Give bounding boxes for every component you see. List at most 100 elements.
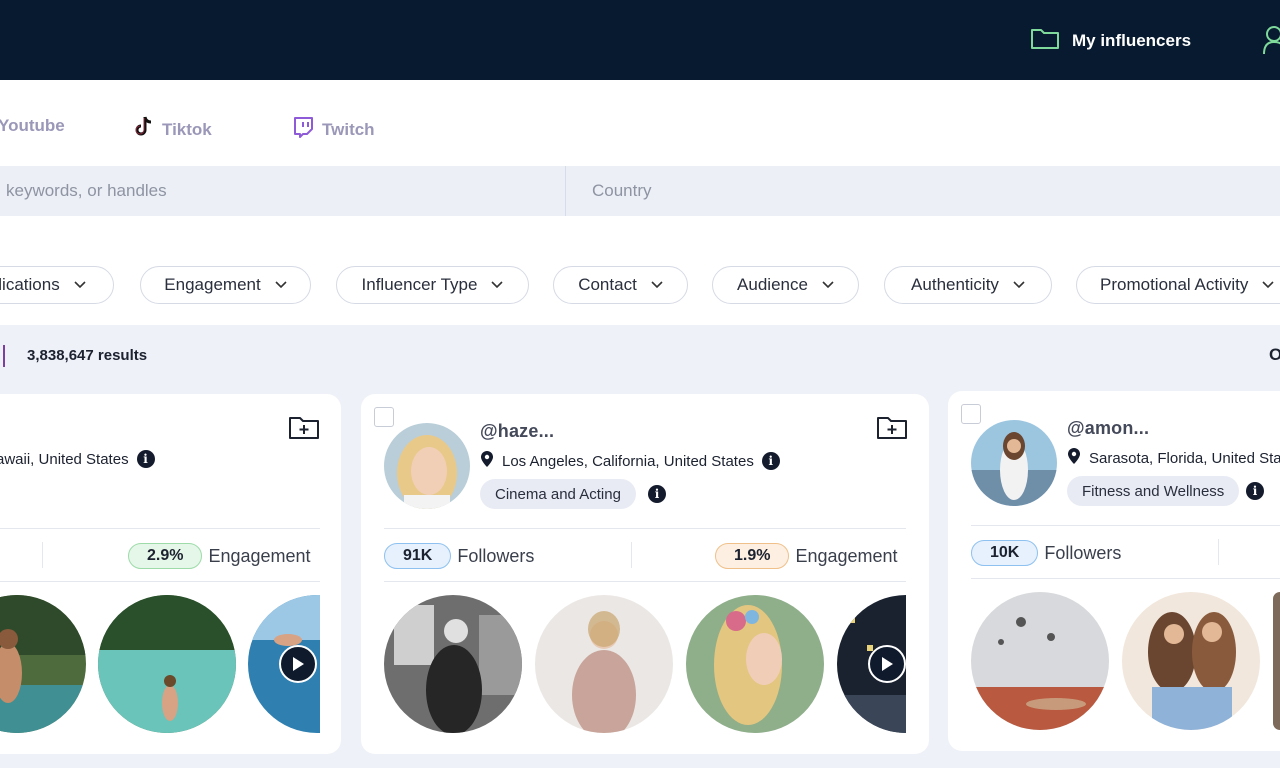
add-to-folder-icon[interactable]: [876, 414, 908, 445]
top-nav-bar: My influencers: [0, 0, 1280, 80]
category-info-icon[interactable]: i: [1246, 482, 1264, 500]
tab-tiktok[interactable]: Tiktok: [134, 116, 212, 143]
keywords-search-input[interactable]: [0, 166, 566, 216]
post-thumbnail[interactable]: [971, 592, 1109, 730]
post-thumbnail[interactable]: [686, 595, 824, 733]
post-thumbnail[interactable]: [1122, 592, 1260, 730]
followers-stat: 91K Followers: [384, 543, 534, 569]
influencer-handle[interactable]: @haze...: [480, 421, 554, 442]
play-icon: [882, 657, 893, 671]
play-icon: [293, 657, 304, 671]
followers-value: 10K: [971, 540, 1039, 566]
location-text: awaii, United States: [0, 450, 129, 468]
tab-twitch[interactable]: Twitch: [292, 116, 375, 143]
post-thumbnail[interactable]: [837, 595, 906, 733]
play-video-button[interactable]: [279, 645, 317, 683]
stat-divider: [631, 542, 632, 568]
filter-engagement[interactable]: Engagement: [140, 266, 311, 304]
location: Sarasota, Florida, United Sta: [1067, 447, 1280, 469]
tab-label: Tiktok: [162, 119, 212, 139]
filter-label: Audience: [737, 275, 808, 294]
filter-label: Contact: [578, 275, 637, 294]
filter-publications[interactable]: lications: [0, 266, 114, 304]
my-influencers-label: My influencers: [1072, 30, 1192, 50]
filter-label: Influencer Type: [361, 275, 478, 294]
influencer-card[interactable]: @amon... Sarasota, Florida, United Sta F…: [948, 391, 1280, 751]
category-badge[interactable]: Fitness and Wellness: [1067, 476, 1240, 506]
post-thumbnail[interactable]: [98, 595, 236, 733]
filter-audience[interactable]: Audience: [712, 266, 859, 304]
chevron-down-icon: [74, 281, 86, 289]
tab-label: Twitch: [322, 119, 375, 139]
filter-label: lications: [0, 275, 60, 294]
location-pin-icon: [480, 450, 494, 472]
influencer-card[interactable]: awaii, United States i 2.9% Engagement: [0, 394, 341, 754]
chevron-down-icon: [1262, 281, 1274, 289]
avatar[interactable]: [384, 423, 470, 509]
post-thumbnail[interactable]: [384, 595, 522, 733]
search-row: [0, 166, 1280, 216]
chevron-down-icon: [275, 281, 287, 289]
influencer-handle[interactable]: @amon...: [1067, 418, 1149, 439]
followers-value: 91K: [384, 543, 452, 569]
post-thumbnail[interactable]: [248, 595, 320, 733]
play-video-button[interactable]: [868, 645, 906, 683]
tab-label: Youtube: [0, 116, 65, 135]
category-info-icon[interactable]: i: [648, 485, 666, 503]
filter-label: Promotional Activity: [1100, 275, 1249, 294]
my-influencers-link[interactable]: My influencers: [1030, 26, 1191, 55]
filter-promotional-activity[interactable]: Promotional Activity: [1076, 266, 1280, 304]
stat-divider: [42, 542, 43, 568]
sort-label[interactable]: O: [1269, 345, 1280, 365]
divider: [384, 581, 906, 582]
folder-icon: [1030, 26, 1060, 55]
chevron-down-icon: [651, 281, 663, 289]
filter-label: Engagement: [164, 275, 261, 294]
engagement-label: Engagement: [795, 545, 898, 566]
chevron-down-icon: [822, 281, 834, 289]
select-checkbox[interactable]: [374, 407, 394, 427]
location-pin-icon: [1067, 447, 1081, 469]
filter-label: Authenticity: [911, 275, 999, 294]
chevron-down-icon: [491, 281, 504, 289]
divider: [0, 528, 320, 529]
location-text: Los Angeles, California, United States: [502, 452, 754, 470]
post-thumbnail[interactable]: [1273, 592, 1280, 730]
chevron-down-icon: [1013, 281, 1025, 289]
post-thumbnail[interactable]: [0, 595, 86, 733]
tab-youtube[interactable]: Youtube: [0, 116, 65, 136]
info-icon[interactable]: i: [761, 452, 780, 470]
filter-authenticity[interactable]: Authenticity: [884, 266, 1052, 304]
followers-label: Followers: [457, 545, 535, 566]
select-checkbox[interactable]: [961, 404, 981, 424]
divider: [0, 581, 320, 582]
filter-influencer-type[interactable]: Influencer Type: [336, 266, 529, 304]
filter-contact[interactable]: Contact: [553, 266, 688, 304]
add-to-folder-icon[interactable]: [288, 414, 320, 445]
location: Los Angeles, California, United States i: [480, 450, 780, 472]
category-badge[interactable]: Cinema and Acting: [480, 479, 636, 509]
results-divider: [3, 345, 5, 367]
followers-label: Followers: [1044, 542, 1122, 563]
followers-stat: 10K Followers: [971, 540, 1121, 566]
country-input[interactable]: [567, 166, 1280, 216]
location-text: Sarasota, Florida, United Sta: [1089, 449, 1280, 467]
influencer-card[interactable]: @haze... Los Angeles, California, United…: [361, 394, 929, 754]
engagement-label: Engagement: [208, 545, 311, 566]
avatar[interactable]: [971, 420, 1057, 506]
tiktok-icon: [134, 116, 154, 143]
location: awaii, United States i: [0, 450, 155, 468]
stat-divider: [1218, 539, 1219, 565]
user-account-icon[interactable]: [1262, 24, 1280, 61]
post-thumbnail[interactable]: [535, 595, 673, 733]
divider: [971, 578, 1280, 579]
engagement-value: 1.9%: [715, 543, 790, 569]
results-count: 3,838,647 results: [27, 347, 148, 364]
divider: [384, 528, 906, 529]
engagement-stat: 1.9% Engagement: [715, 543, 898, 569]
engagement-stat: 2.9% Engagement: [128, 543, 311, 569]
divider: [971, 525, 1280, 526]
twitch-icon: [292, 116, 314, 143]
engagement-value: 2.9%: [128, 543, 203, 569]
info-icon[interactable]: i: [136, 450, 155, 468]
